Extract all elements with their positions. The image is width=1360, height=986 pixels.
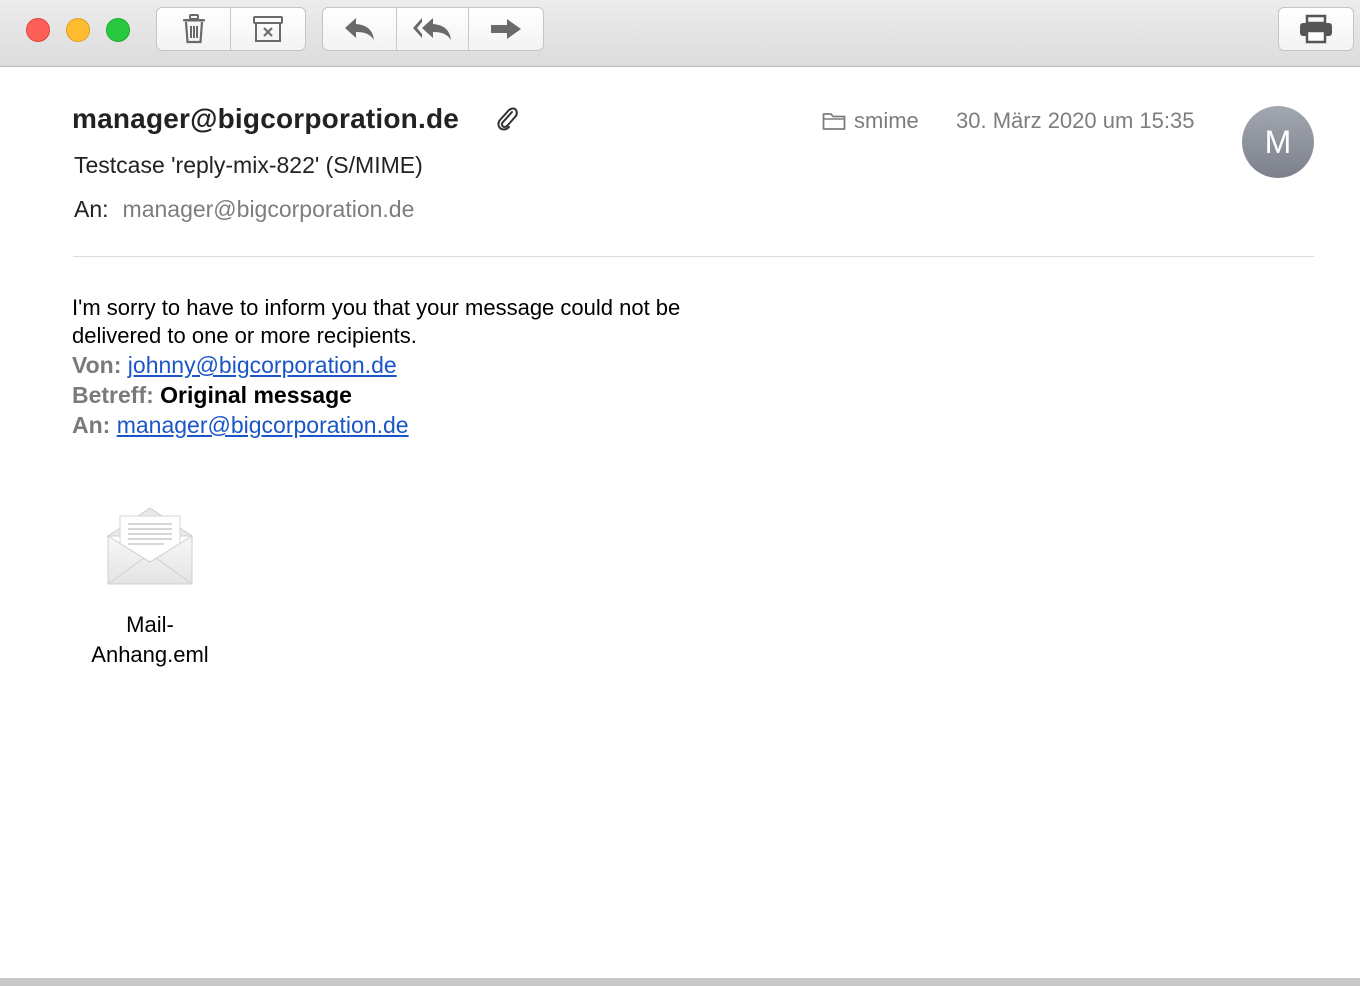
avatar-initial: M: [1264, 123, 1292, 160]
attachment-name-line1: Mail-: [126, 612, 174, 637]
message-subject: Testcase 'reply-mix-822' (S/MIME): [74, 152, 423, 178]
original-subject-line: Betreff: Original message: [72, 382, 352, 409]
attachment-name-line2: Anhang.eml: [91, 642, 209, 667]
original-subject-value: Original message: [160, 382, 352, 408]
reply-button[interactable]: [323, 8, 398, 50]
original-subject-label: Betreff:: [72, 382, 154, 408]
email-attachment-icon: [106, 507, 194, 585]
printer-icon: [1300, 14, 1332, 44]
message-date: 30. März 2020 um 15:35: [956, 108, 1195, 133]
original-from-link[interactable]: johnny@bigcorporation.de: [128, 352, 397, 378]
forward-button[interactable]: [469, 8, 543, 50]
reply-icon: [344, 18, 374, 40]
archive-button[interactable]: [231, 8, 305, 50]
delete-archive-group: [156, 7, 306, 51]
reply-forward-group: [322, 7, 544, 51]
mail-window: manager@bigcorporation.de smime 30. März…: [0, 0, 1360, 978]
recipient-line: An: manager@bigcorporation.de: [74, 196, 414, 223]
recipient-address[interactable]: manager@bigcorporation.de: [123, 196, 415, 222]
folder-label: smime: [854, 108, 919, 133]
attachment-name: Mail- Anhang.eml: [80, 610, 220, 670]
forward-icon: [490, 19, 521, 39]
sender-address[interactable]: manager@bigcorporation.de: [72, 103, 459, 135]
archive-icon: [253, 16, 283, 42]
reply-all-icon: [412, 18, 451, 40]
header-divider: [73, 256, 1314, 257]
print-button[interactable]: [1279, 8, 1353, 50]
trash-icon: [182, 14, 205, 44]
original-to-link[interactable]: manager@bigcorporation.de: [117, 412, 409, 438]
mailbox-folder[interactable]: smime: [822, 108, 919, 134]
paperclip-icon: [497, 107, 518, 131]
print-group: [1278, 7, 1354, 51]
window-bottom-edge: [0, 978, 1360, 986]
close-window-button[interactable]: [26, 18, 50, 42]
toolbar: [0, 0, 1360, 67]
original-from-line: Von: johnny@bigcorporation.de: [72, 352, 397, 379]
delete-button[interactable]: [157, 8, 231, 50]
recipient-label: An:: [74, 196, 109, 222]
original-from-label: Von:: [72, 352, 122, 378]
folder-icon: [822, 113, 846, 130]
avatar: M: [1242, 106, 1314, 178]
original-to-label: An:: [72, 412, 111, 438]
message-body-text: I'm sorry to have to inform you that you…: [72, 295, 681, 348]
attachment-eml[interactable]: Mail- Anhang.eml: [80, 500, 220, 670]
maximize-window-button[interactable]: [106, 18, 130, 42]
minimize-window-button[interactable]: [66, 18, 90, 42]
reply-all-button[interactable]: [397, 8, 469, 50]
original-to-line: An: manager@bigcorporation.de: [72, 412, 409, 439]
